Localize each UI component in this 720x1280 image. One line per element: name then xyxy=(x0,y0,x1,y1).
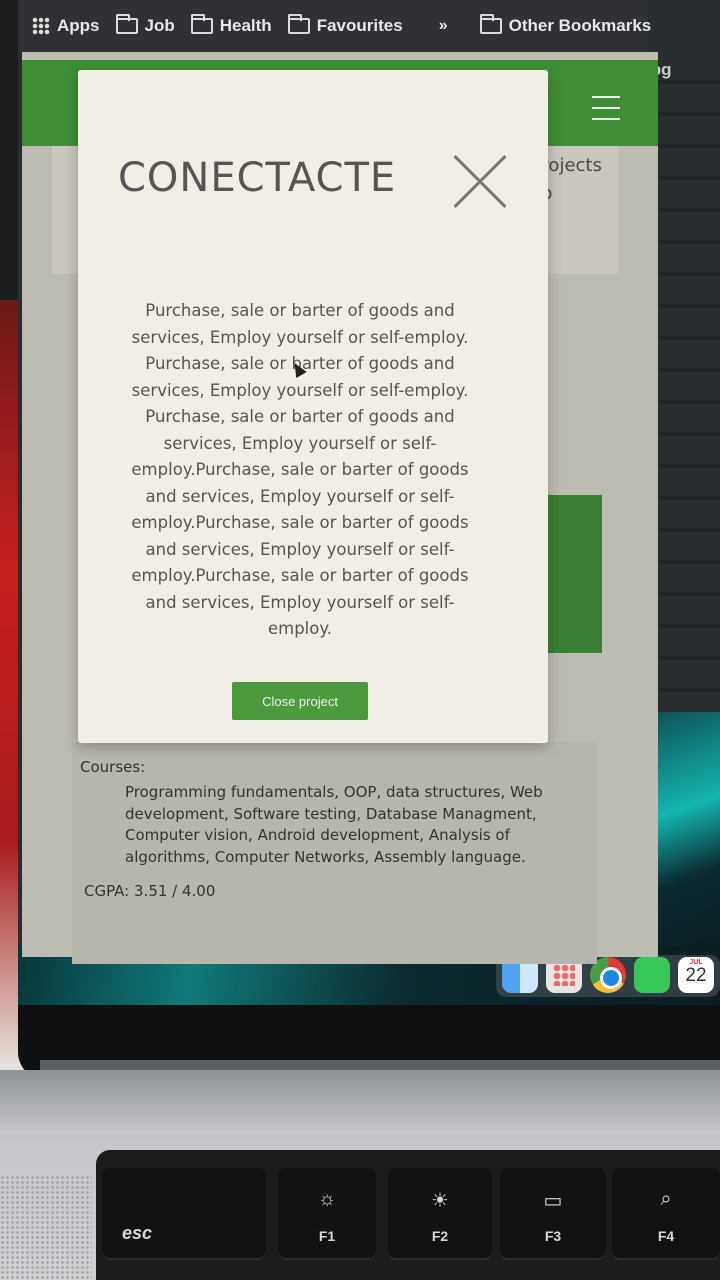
bookmark-other[interactable]: Other Bookmarks xyxy=(479,14,652,36)
bookmark-health[interactable]: Health xyxy=(190,14,272,36)
hamburger-menu-icon[interactable] xyxy=(592,96,620,120)
bookmark-favourites[interactable]: Favourites xyxy=(287,14,403,36)
courses-label: Courses: xyxy=(80,758,146,776)
esc-key-label: esc xyxy=(122,1223,153,1243)
bookmark-job-label: Job xyxy=(144,16,175,35)
folder-icon xyxy=(115,14,138,34)
calendar-day: 22 xyxy=(685,965,707,986)
bookmark-apps-label: Apps xyxy=(57,16,100,35)
bookmark-job[interactable]: Job xyxy=(115,14,175,36)
folder-icon xyxy=(190,14,213,34)
brightness-up-icon: ☀ xyxy=(431,1190,449,1212)
f1-key[interactable]: ☼ F1 xyxy=(278,1168,376,1260)
bookmarks-bar: Apps Job Health Favourites » Other Bookm… xyxy=(18,0,651,52)
bookmark-favourites-label: Favourites xyxy=(316,16,403,35)
close-icon[interactable] xyxy=(452,154,508,210)
speaker-grille xyxy=(0,1175,92,1280)
f3-key[interactable]: ▭ F3 xyxy=(500,1168,606,1260)
modal-description: Purchase, sale or barter of goods and se… xyxy=(131,301,469,638)
f4-key[interactable]: ⌕ F4 xyxy=(612,1168,720,1260)
more-bookmarks-button[interactable]: » xyxy=(439,17,448,35)
facetime-icon[interactable] xyxy=(634,957,670,993)
apps-grid-icon xyxy=(32,17,50,35)
bookmark-other-label: Other Bookmarks xyxy=(508,16,652,35)
education-card: Courses: Programming fundamentals, OOP, … xyxy=(72,742,597,964)
f3-key-label: F3 xyxy=(544,1228,562,1244)
project-modal: CONECTACTE Purchase, sale or barter of g… xyxy=(78,70,548,743)
modal-title: CONECTACTE xyxy=(118,155,397,201)
f1-key-label: F1 xyxy=(318,1228,336,1244)
folder-icon xyxy=(479,14,502,34)
cgpa-value: CGPA: 3.51 / 4.00 xyxy=(84,882,216,900)
esc-key[interactable]: esc xyxy=(102,1168,266,1260)
courses-list: Programming fundamentals, OOP, data stru… xyxy=(125,783,543,866)
search-icon: ⌕ xyxy=(660,1188,672,1210)
mission-control-icon: ▭ xyxy=(543,1190,563,1212)
laptop-screen: Apps Job Health Favourites » Other Bookm… xyxy=(18,0,720,1005)
f2-key[interactable]: ☀ F2 xyxy=(388,1168,492,1260)
bookmark-apps[interactable]: Apps xyxy=(32,16,100,36)
f2-key-label: F2 xyxy=(431,1228,449,1244)
brightness-down-icon: ☼ xyxy=(317,1188,337,1210)
bookmark-health-label: Health xyxy=(219,16,272,35)
folder-icon xyxy=(287,14,310,34)
close-project-button[interactable]: Close project xyxy=(232,682,368,720)
f4-key-label: F4 xyxy=(657,1228,675,1244)
calendar-icon[interactable]: JUL 22 xyxy=(678,957,714,993)
